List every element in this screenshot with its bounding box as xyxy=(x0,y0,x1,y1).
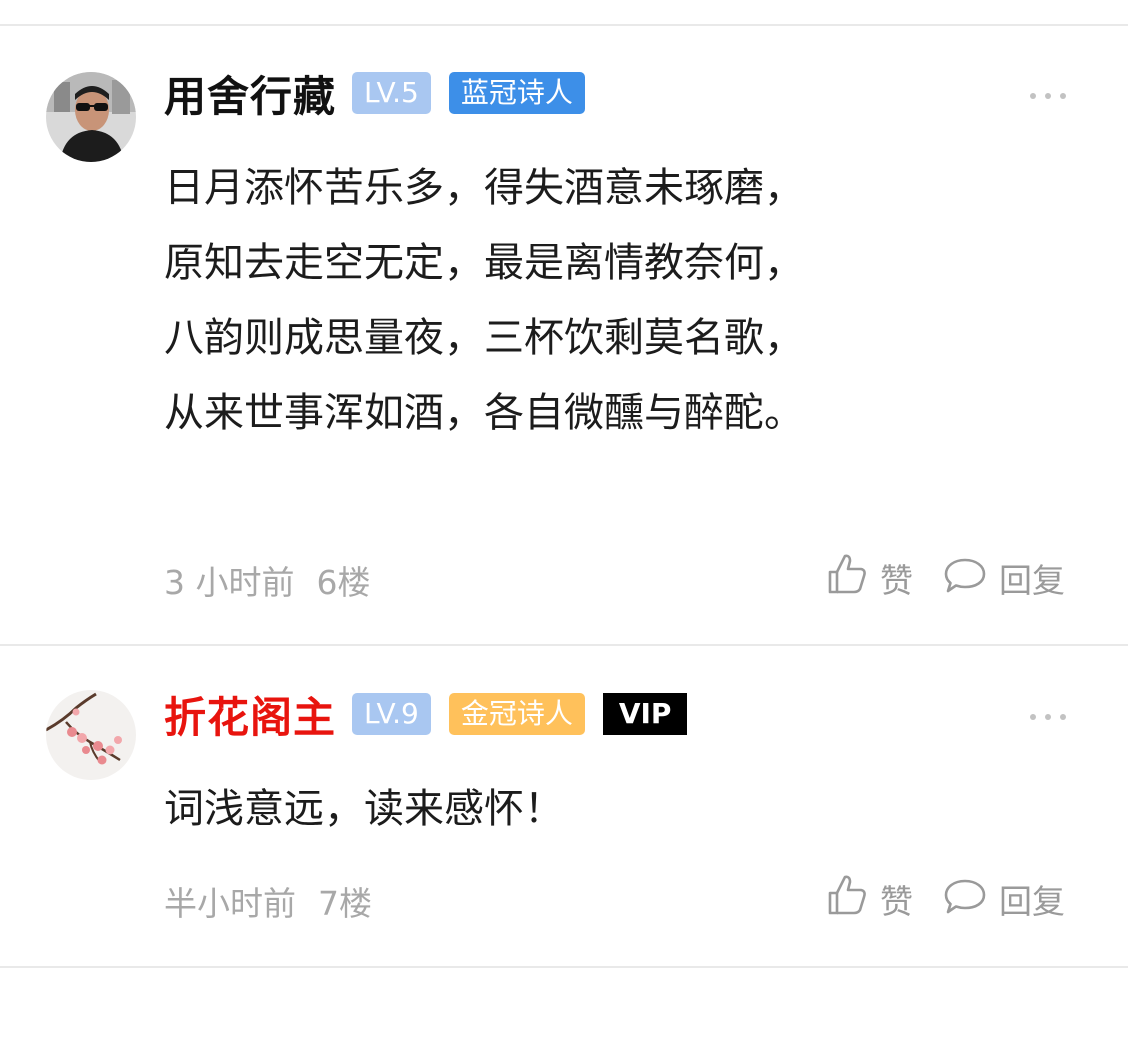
floor-number: 7楼 xyxy=(318,884,372,923)
title-badge: 蓝冠诗人 xyxy=(448,72,585,114)
like-button[interactable]: 赞 xyxy=(826,552,913,604)
username[interactable]: 用舍行藏 xyxy=(164,63,336,124)
reply-button[interactable]: 回复 xyxy=(943,554,1065,602)
top-divider xyxy=(0,24,1128,26)
timestamp: 半小时前 xyxy=(164,884,296,923)
more-dots-icon[interactable] xyxy=(1030,707,1066,727)
speech-bubble-icon xyxy=(943,554,987,602)
content-line: 词浅意远，读来感怀！ xyxy=(164,786,564,832)
title-badge: 金冠诗人 xyxy=(448,693,585,735)
comment-actions: 赞 回复 xyxy=(826,553,1065,603)
vip-badge: VIP xyxy=(602,693,688,735)
level-badge: LV.5 xyxy=(352,72,431,114)
comment-divider xyxy=(0,644,1128,646)
like-label: 赞 xyxy=(880,561,913,600)
comment-divider xyxy=(0,966,1128,968)
comment-meta: 半小时前 7楼 xyxy=(164,877,372,925)
comment-text: 日月添怀苦乐多，得失酒意未琢磨， 原知去走空无定，最是离情教奈何， 八韵则成思量… xyxy=(164,151,804,451)
thumbs-up-icon xyxy=(826,873,868,925)
content-line: 原知去走空无定，最是离情教奈何， xyxy=(164,240,804,286)
thumbs-up-icon xyxy=(826,552,868,604)
comment-actions: 赞 回复 xyxy=(826,874,1065,924)
username[interactable]: 折花阁主 xyxy=(164,684,336,745)
content-line: 从来世事浑如酒，各自微醺与醉酡。 xyxy=(164,390,804,436)
avatar[interactable] xyxy=(46,72,136,162)
floor-number: 6楼 xyxy=(316,563,371,602)
name-row: 用舍行藏 LV.5 蓝冠诗人 xyxy=(164,68,603,121)
speech-bubble-icon xyxy=(943,875,987,923)
reply-label: 回复 xyxy=(999,882,1065,921)
comment-meta: 3 小时前 6楼 xyxy=(164,556,371,604)
reply-button[interactable]: 回复 xyxy=(943,875,1065,923)
timestamp: 3 小时前 xyxy=(164,563,295,602)
avatar[interactable] xyxy=(46,690,136,780)
like-button[interactable]: 赞 xyxy=(826,873,913,925)
like-label: 赞 xyxy=(880,882,913,921)
content-line: 日月添怀苦乐多，得失酒意未琢磨， xyxy=(164,165,804,211)
comment-text: 词浅意远，读来感怀！ xyxy=(164,772,564,847)
content-line: 八韵则成思量夜，三杯饮剩莫名歌， xyxy=(164,315,804,361)
name-row: 折花阁主 LV.9 金冠诗人 VIP xyxy=(164,689,705,742)
level-badge: LV.9 xyxy=(352,693,431,735)
more-dots-icon[interactable] xyxy=(1030,86,1066,106)
reply-label: 回复 xyxy=(999,561,1065,600)
